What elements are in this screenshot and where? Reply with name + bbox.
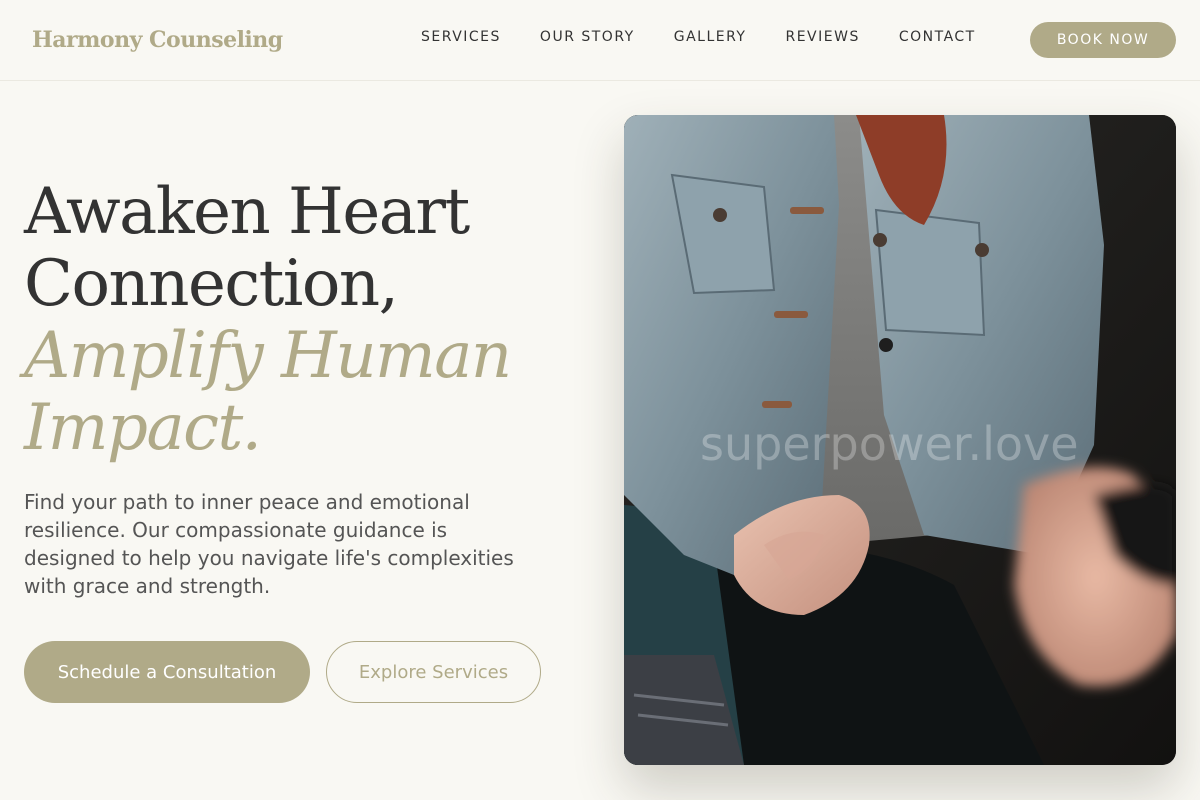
book-now-button[interactable]: BOOK NOW [1030,22,1176,58]
site-header: Harmony Counseling SERVICES OUR STORY GA… [0,0,1200,81]
headline-line-2: Connection, [24,247,399,321]
nav-link-our-story[interactable]: OUR STORY [540,29,635,45]
hero-photo: superpower.love [624,115,1176,765]
hero-headline: Awaken Heart Connection, Amplify Human I… [24,176,584,464]
brand-logo[interactable]: Harmony Counseling [32,27,283,53]
main-nav: SERVICES OUR STORY GALLERY REVIEWS CONTA… [421,29,976,45]
nav-link-services[interactable]: SERVICES [421,29,501,45]
headline-line-1: Awaken Heart [24,175,470,249]
headline-accent-line-2: Impact. [24,391,262,465]
schedule-consultation-button[interactable]: Schedule a Consultation [24,641,310,703]
nav-link-contact[interactable]: CONTACT [899,29,976,45]
headline-accent-line-1: Amplify Human [24,319,512,393]
nav-link-reviews[interactable]: REVIEWS [785,29,859,45]
explore-services-button[interactable]: Explore Services [326,641,541,703]
hero-description: Find your path to inner peace and emotio… [24,490,514,598]
nav-link-gallery[interactable]: GALLERY [674,29,747,45]
photo-watermark: superpower.love [700,417,1079,471]
